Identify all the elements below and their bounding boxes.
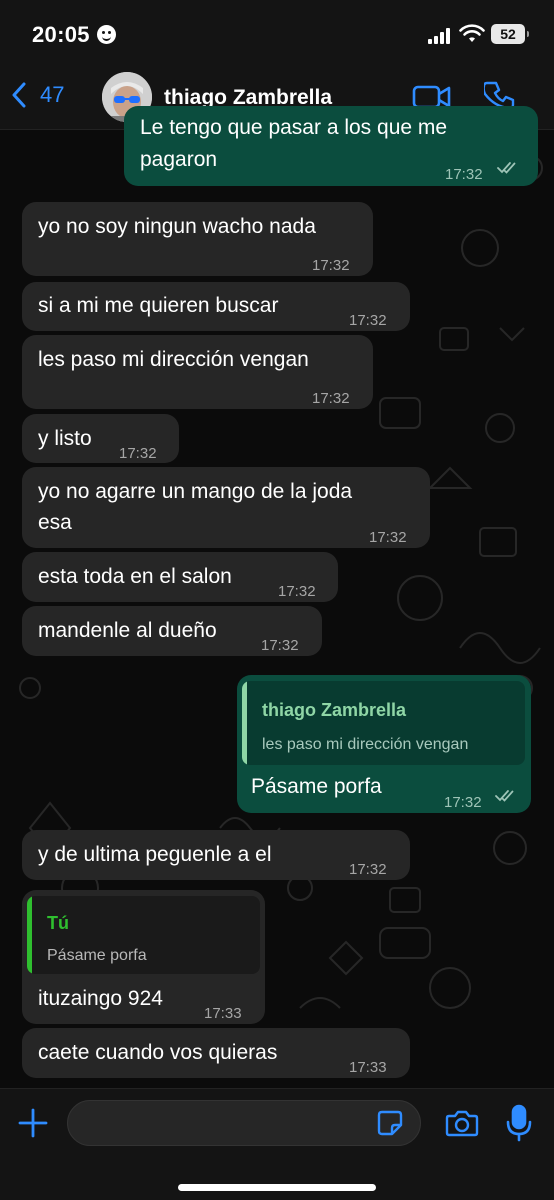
message-text: mandenle al dueño	[38, 619, 217, 642]
back-button[interactable]: 47	[12, 82, 64, 108]
message-text: les paso mi dirección vengan	[38, 348, 309, 371]
message-text: ituzaingo 924	[38, 987, 163, 1010]
message-bubble-incoming[interactable]: esta toda en el salon 17:32	[22, 552, 338, 602]
video-camera-icon	[412, 85, 451, 109]
message-time: 17:33	[204, 1005, 242, 1022]
message-time: 17:32	[445, 166, 483, 183]
status-time: 20:05	[32, 22, 90, 47]
message-time: 17:32	[312, 257, 350, 274]
chevron-left-icon	[12, 82, 26, 108]
voice-message-button[interactable]	[506, 1104, 532, 1142]
message-text-line: Le tengo que pasar a los que me	[140, 116, 448, 139]
message-text: y de ultima peguenle a el	[38, 843, 272, 866]
cellular-signal-icon	[428, 28, 452, 44]
double-check-icon	[497, 162, 516, 174]
sticker-button[interactable]	[377, 1110, 403, 1136]
message-text-line: yo no agarre un mango de la joda	[38, 480, 353, 503]
message-bubble-incoming[interactable]: si a mi me quieren buscar 17:32	[22, 282, 410, 331]
phone-icon	[484, 81, 515, 110]
sticker-icon	[377, 1110, 403, 1136]
focus-mode-icon	[97, 25, 116, 44]
status-bar: 20:05 52	[0, 0, 554, 62]
message-bubble-incoming[interactable]: yo no soy ningun wacho nada 17:32	[22, 202, 373, 276]
message-bubble-incoming[interactable]: caete cuando vos quieras 17:33	[22, 1028, 410, 1078]
double-check-icon	[495, 790, 514, 802]
message-text: caete cuando vos quieras	[38, 1041, 278, 1064]
message-time: 17:32	[312, 390, 350, 407]
message-text: si a mi me quieren buscar	[38, 294, 279, 317]
message-text-line: esa	[38, 511, 72, 534]
unread-count: 47	[40, 82, 65, 107]
message-time: 17:32	[349, 312, 387, 329]
message-bubble-outgoing[interactable]: Le tengo que pasar a los que me pagaron …	[124, 106, 538, 186]
message-bubble-incoming[interactable]: mandenle al dueño 17:32	[22, 606, 322, 656]
message-bubble-incoming[interactable]: Tú Pásame porfa ituzaingo 924 17:33	[22, 890, 265, 1024]
quote-text: les paso mi dirección vengan	[262, 736, 469, 753]
quote-accent-bar	[27, 896, 32, 974]
message-bubble-incoming[interactable]: les paso mi dirección vengan 17:32	[22, 335, 373, 409]
message-bubble-outgoing[interactable]: thiago Zambrella les paso mi dirección v…	[237, 675, 531, 813]
quote-text: Pásame porfa	[47, 947, 147, 964]
home-indicator	[178, 1184, 376, 1191]
battery-level: 52	[500, 26, 516, 42]
message-bubble-incoming[interactable]: yo no agarre un mango de la joda esa 17:…	[22, 467, 430, 548]
message-time: 17:32	[278, 583, 316, 600]
plus-icon	[18, 1108, 48, 1138]
message-time: 17:32	[119, 445, 157, 462]
message-time: 17:32	[349, 861, 387, 878]
message-text: y listo	[38, 427, 92, 450]
message-text: yo no soy ningun wacho nada	[38, 215, 316, 238]
message-time: 17:32	[444, 794, 482, 811]
quoted-message[interactable]: thiago Zambrella les paso mi dirección v…	[242, 681, 525, 765]
composer-bar	[0, 1088, 554, 1200]
message-time: 17:33	[349, 1059, 387, 1076]
quote-author: thiago Zambrella	[262, 700, 407, 720]
camera-icon	[445, 1110, 479, 1137]
quoted-message[interactable]: Tú Pásame porfa	[27, 896, 260, 974]
message-bubble-incoming[interactable]: y listo 17:32	[22, 414, 179, 463]
quote-author: Tú	[47, 913, 69, 933]
quote-accent-bar	[242, 681, 247, 765]
battery-indicator: 52	[491, 24, 529, 44]
message-text: Pásame porfa	[251, 775, 382, 798]
message-bubble-incoming[interactable]: y de ultima peguenle a el 17:32	[22, 830, 410, 880]
message-text-line: pagaron	[140, 148, 218, 171]
microphone-icon	[506, 1104, 532, 1142]
message-input[interactable]	[67, 1100, 421, 1146]
message-time: 17:32	[369, 529, 407, 546]
wifi-icon	[459, 24, 485, 42]
message-time: 17:32	[261, 637, 299, 654]
message-text: esta toda en el salon	[38, 565, 232, 588]
camera-button[interactable]	[445, 1108, 479, 1138]
attach-button[interactable]	[17, 1107, 49, 1139]
